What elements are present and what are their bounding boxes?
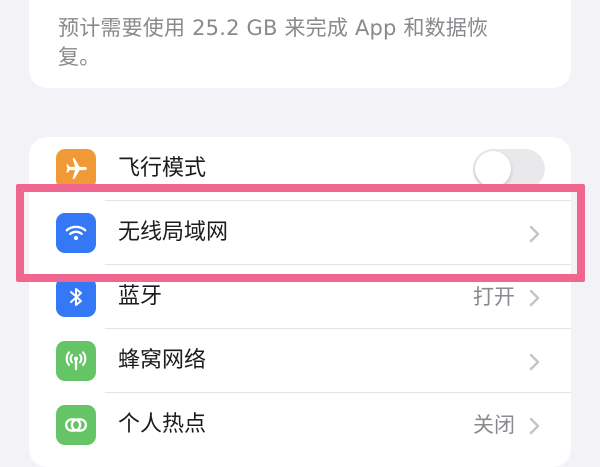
chevron-right-icon (529, 353, 540, 371)
bluetooth-label: 蓝牙 (118, 284, 163, 309)
airplane-mode-row[interactable]: 飞行模式 (29, 137, 571, 201)
wifi-label: 无线局域网 (118, 220, 229, 245)
airplane-icon (56, 149, 96, 189)
toggle-knob (475, 151, 511, 187)
hotspot-icon (56, 405, 96, 445)
bluetooth-status: 打开 (473, 285, 515, 309)
airplane-mode-toggle[interactable] (473, 149, 545, 189)
connectivity-settings-group: 飞行模式 无线局域网 蓝牙 打开 蜂窝网络 个人热点 关闭 (29, 137, 571, 467)
wifi-icon (56, 213, 96, 253)
bluetooth-icon (56, 277, 96, 317)
airplane-mode-label: 飞行模式 (118, 156, 207, 181)
bluetooth-row[interactable]: 蓝牙 打开 (29, 265, 571, 329)
restore-info-text: 预计需要使用 25.2 GB 来完成 App 和数据恢复。 (58, 16, 489, 69)
chevron-right-icon (529, 289, 540, 307)
hotspot-label: 个人热点 (118, 412, 207, 437)
chevron-right-icon (529, 225, 540, 243)
hotspot-row[interactable]: 个人热点 关闭 (29, 393, 571, 457)
wifi-row[interactable]: 无线局域网 (29, 201, 571, 265)
chevron-right-icon (529, 417, 540, 435)
cellular-row[interactable]: 蜂窝网络 (29, 329, 571, 393)
hotspot-status: 关闭 (473, 413, 515, 437)
cellular-icon (56, 341, 96, 381)
cellular-label: 蜂窝网络 (118, 348, 207, 373)
